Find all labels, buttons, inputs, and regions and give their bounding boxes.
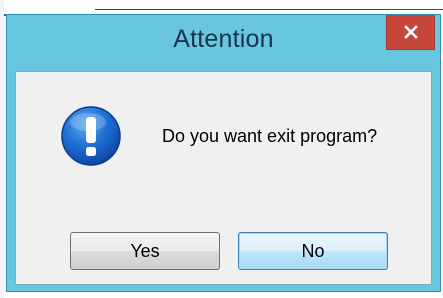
yes-button[interactable]: Yes	[70, 232, 220, 270]
attention-dialog: Attention Do you want exit program? Yes …	[6, 14, 441, 292]
screenshot-root: Attention Do you want exit program? Yes …	[0, 0, 443, 298]
close-icon	[403, 25, 418, 39]
dialog-title: Attention	[173, 25, 274, 53]
background-divider-line	[95, 9, 443, 10]
no-button[interactable]: No	[238, 232, 388, 270]
dialog-titlebar[interactable]: Attention	[7, 15, 440, 67]
dialog-message: Do you want exit program?	[162, 126, 378, 146]
close-button[interactable]	[386, 15, 435, 50]
background-strip	[0, 0, 4, 298]
dialog-body: Do you want exit program? Yes No	[15, 71, 432, 285]
info-icon	[60, 105, 122, 167]
